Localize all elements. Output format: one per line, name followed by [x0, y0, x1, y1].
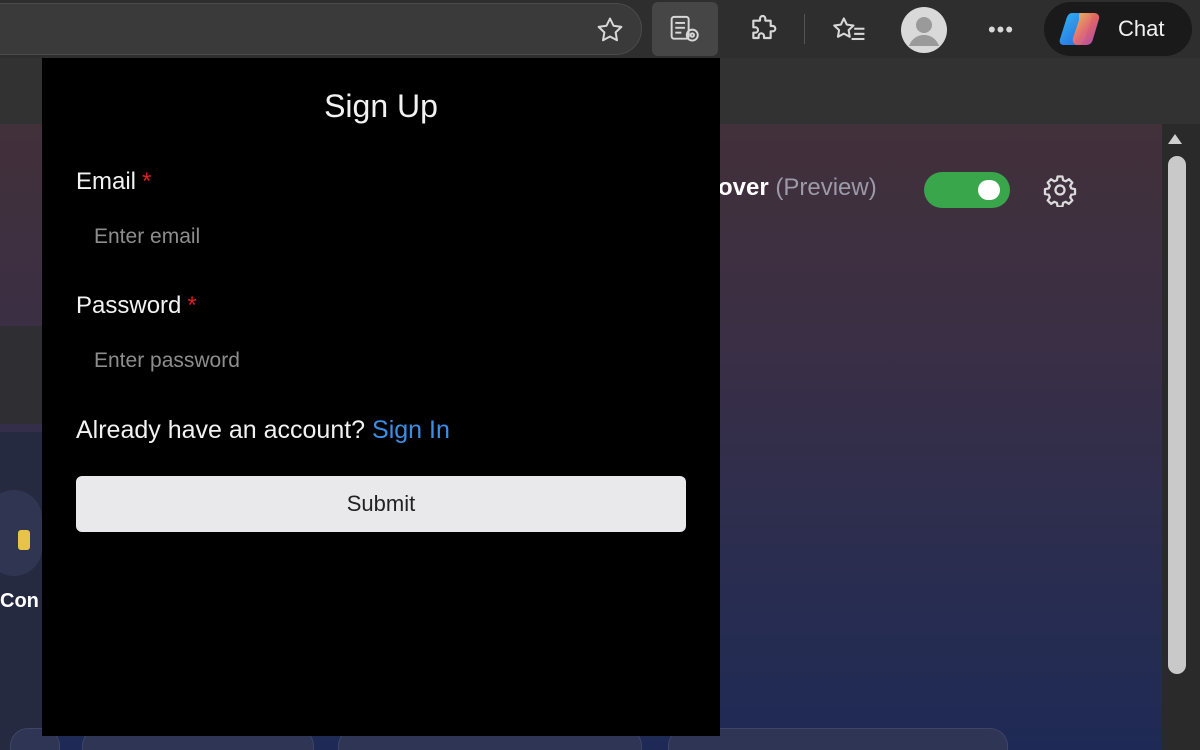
signup-title: Sign Up: [324, 88, 438, 124]
favorites-icon[interactable]: [826, 8, 872, 52]
password-label: Password *: [76, 292, 197, 320]
email-input[interactable]: [76, 214, 686, 260]
discover-heading: over (Preview): [718, 174, 877, 202]
email-label: Email *: [76, 168, 151, 196]
extensions-icon[interactable]: [742, 8, 786, 52]
password-required-marker: *: [187, 292, 197, 319]
account-prompt-text: Already have an account?: [76, 416, 366, 444]
more-icon[interactable]: •••: [980, 10, 1022, 50]
gear-icon[interactable]: [1040, 170, 1080, 210]
copilot-icon: [1059, 13, 1100, 45]
discover-toggle[interactable]: [924, 172, 1010, 208]
quick-link-label: Con: [0, 590, 39, 612]
signup-panel: Sign Up Email* Password* Already have an…: [42, 58, 720, 736]
reader-mode-icon[interactable]: [652, 2, 718, 56]
submit-button[interactable]: Submit: [76, 476, 686, 532]
preview-label: (Preview): [775, 174, 877, 201]
account-prompt: Already have an account? Sign In: [76, 416, 450, 445]
toolbar-divider: [804, 14, 805, 44]
email-label-text: Email: [76, 168, 137, 195]
discover-label: over: [718, 174, 769, 201]
copilot-chat-button[interactable]: Chat: [1044, 2, 1192, 56]
email-required-marker: *: [142, 168, 152, 195]
chat-label: Chat: [1118, 16, 1165, 41]
browser-toolbar: ••• Chat: [0, 0, 1200, 58]
scroll-up-arrow[interactable]: [1168, 134, 1182, 144]
quick-link-icon: [18, 530, 30, 550]
address-bar[interactable]: [0, 3, 642, 55]
background-card: [0, 326, 42, 424]
password-input[interactable]: [76, 338, 686, 384]
profile-icon[interactable]: [898, 5, 950, 55]
toggle-knob: [978, 180, 1000, 200]
password-label-text: Password: [76, 292, 182, 319]
sign-in-link[interactable]: Sign In: [372, 416, 450, 444]
scrollbar-thumb[interactable]: [1168, 156, 1186, 674]
star-icon[interactable]: [590, 10, 630, 50]
